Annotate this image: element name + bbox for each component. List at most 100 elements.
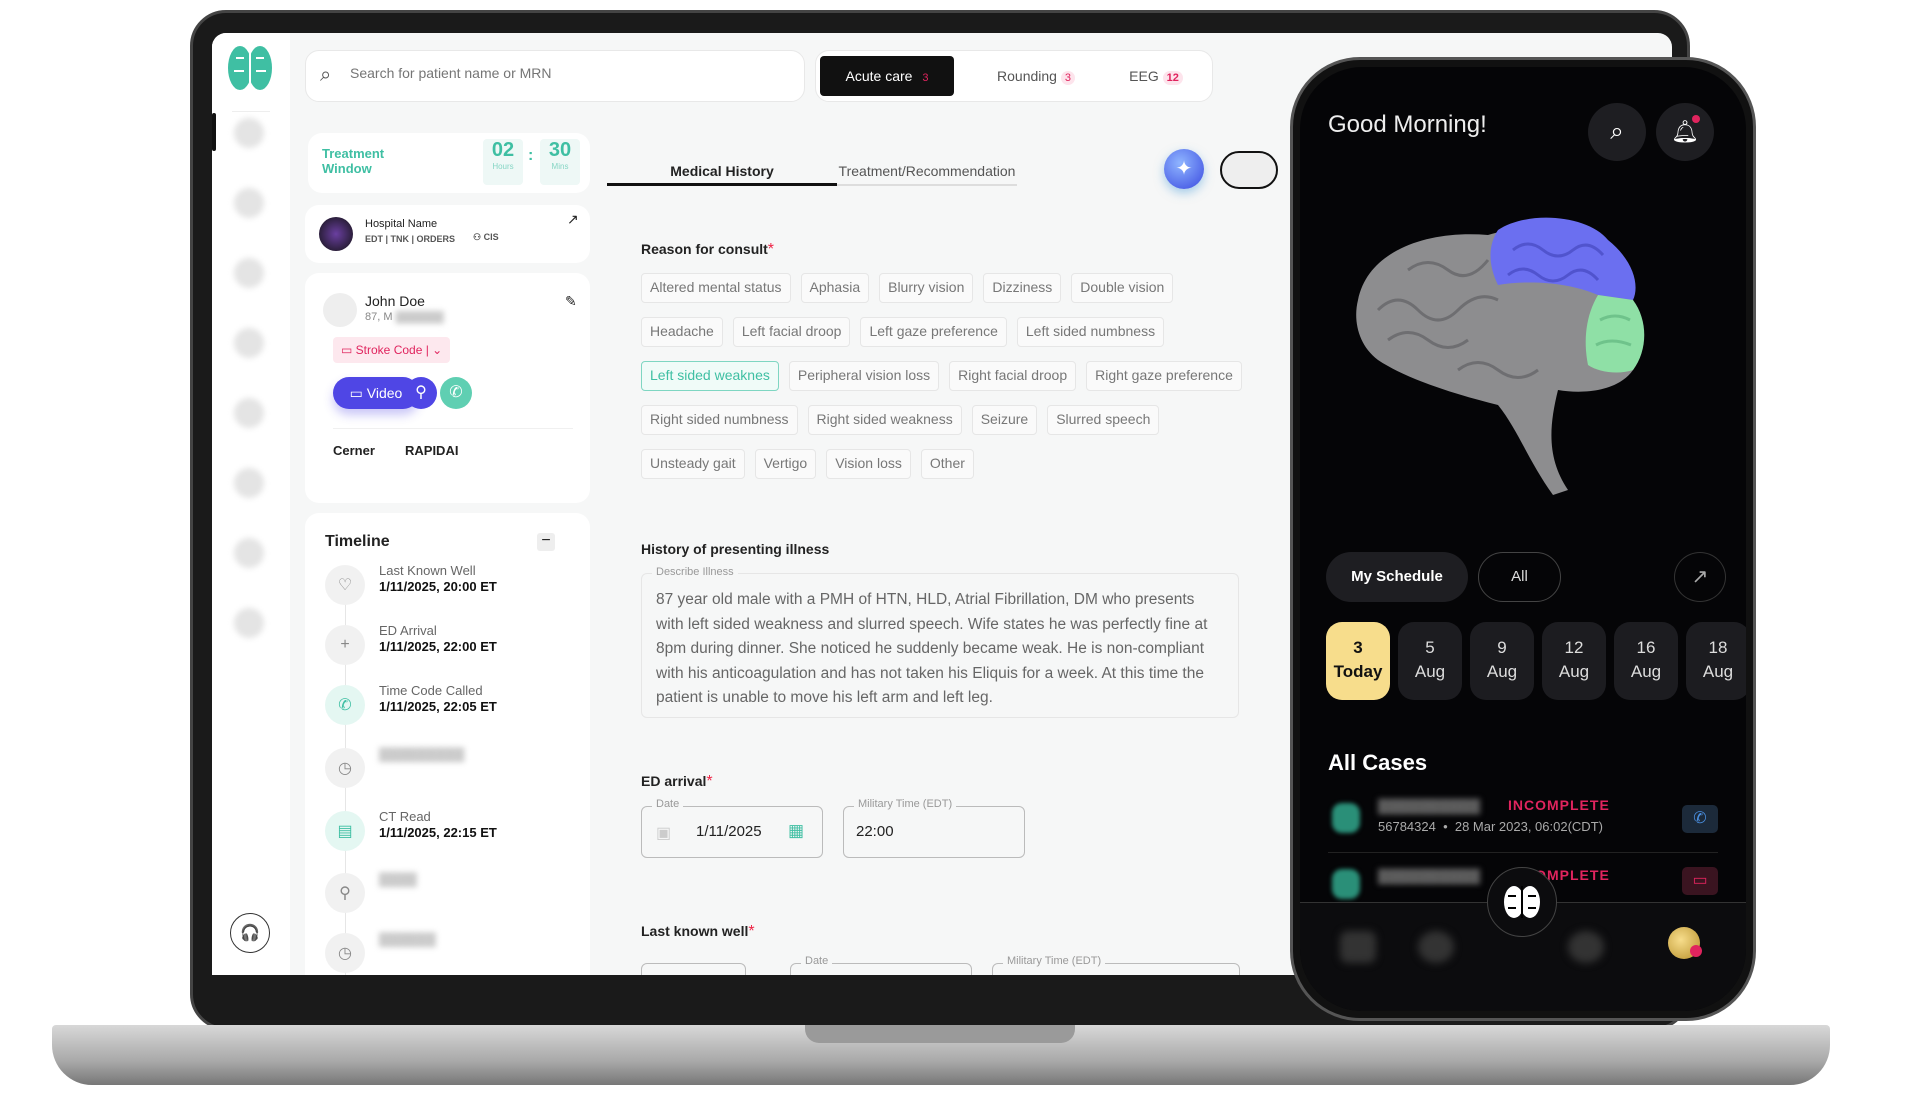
calendar-icon[interactable]: ▦ — [788, 821, 804, 841]
hours-display: 02 Hours — [483, 139, 523, 185]
nav-icon[interactable] — [234, 188, 264, 218]
rapidai-logo[interactable]: RAPIDAI — [405, 443, 458, 458]
collapse-icon[interactable]: − — [537, 533, 555, 551]
reason-chip[interactable]: Vision loss — [826, 449, 911, 479]
search-input[interactable] — [350, 65, 770, 81]
reason-chip[interactable]: Unsteady gait — [641, 449, 745, 479]
reason-chip[interactable]: Blurry vision — [879, 273, 974, 303]
hospital-links[interactable]: EDT | TNK | ORDERS — [365, 234, 455, 244]
timeline-datetime: 1/11/2025, 22:05 ET — [379, 699, 497, 714]
lkw-field[interactable] — [641, 963, 746, 975]
chip-row: Headache Left facial droop Left gaze prefe… — [641, 317, 1261, 361]
prev-date-icon[interactable]: ▣ — [656, 823, 671, 843]
describe-illness-textarea[interactable]: Describe Illness 87 year old male with a… — [641, 566, 1239, 718]
reason-chip[interactable]: Right facial droop — [949, 361, 1077, 391]
ed-arrival-date-field[interactable]: Date ▣ 1/11/2025 ▦ — [641, 798, 823, 858]
cerner-logo[interactable]: Cerner — [333, 443, 375, 458]
nav-icon[interactable] — [234, 398, 264, 428]
tab-all[interactable]: All — [1478, 552, 1561, 602]
tab-my-schedule[interactable]: My Schedule — [1326, 552, 1468, 602]
tab-label: Rounding — [997, 68, 1057, 84]
reason-chip[interactable]: Vertigo — [754, 449, 817, 479]
profile-avatar[interactable] — [1668, 927, 1702, 959]
timeline-label: Last Known Well — [379, 563, 476, 578]
reason-chip[interactable]: Slurred speech — [1047, 405, 1160, 435]
nav-icon[interactable] — [1340, 931, 1376, 963]
date-sub: Aug — [1414, 662, 1446, 681]
minutes-display: 30 Mins — [540, 139, 580, 185]
greeting: Good Morning! — [1328, 111, 1487, 138]
date-chip[interactable]: 18 Aug — [1686, 622, 1746, 700]
search-button[interactable]: ⌕ — [1588, 103, 1646, 161]
chip-row: Unsteady gait Vertigo Vision loss Other — [641, 449, 1261, 493]
lkw-date-field[interactable]: Date — [790, 955, 972, 975]
reason-chip[interactable]: Right sided weakness — [807, 405, 962, 435]
call-icon[interactable]: ✆ — [1682, 805, 1718, 833]
reason-chip[interactable]: Other — [920, 449, 974, 479]
date-sub: Aug — [1486, 662, 1518, 681]
tab-rounding[interactable]: Rounding 3 — [976, 56, 1096, 96]
action-button[interactable] — [1220, 151, 1278, 189]
date-chip[interactable]: 5 Aug — [1398, 622, 1462, 700]
stroke-code-dropdown[interactable]: ▭ Stroke Code | ⌄ — [333, 337, 451, 363]
phone-icon: ✆ — [325, 685, 365, 725]
patient-name: John Doe — [365, 293, 425, 309]
tab-treatment-recommendation[interactable]: Treatment/Recommendation — [837, 163, 1017, 179]
nav-icon[interactable] — [234, 258, 264, 288]
assign-user-button[interactable]: ⚲ — [405, 377, 437, 409]
brain-logo-icon[interactable] — [226, 43, 274, 93]
illness-text: 87 year old male with a PMH of HTN, HLD,… — [656, 591, 1208, 706]
ed-arrival-time-field[interactable]: Military Time (EDT) 22:00 — [843, 798, 1025, 858]
reason-chip[interactable]: Peripheral vision loss — [788, 361, 940, 391]
date-chip[interactable]: 16 Aug — [1614, 622, 1678, 700]
reason-chip[interactable]: Double vision — [1071, 273, 1174, 303]
search-box[interactable]: ⌕ — [305, 50, 805, 102]
expand-arrow-icon[interactable]: ↗ — [1674, 552, 1726, 602]
brain-home-button[interactable] — [1487, 867, 1557, 937]
nav-icon[interactable] — [234, 118, 264, 148]
cis-link[interactable]: ⚇ CIS — [473, 232, 499, 243]
reason-chip[interactable]: Left sided weaknes — [641, 361, 779, 391]
ai-sparkle-button[interactable]: ✦ — [1164, 149, 1204, 189]
case-row[interactable]: ▓▓▓▓▓▓▓▓▓▓ INCOMPLETE 56784324 • 28 Mar … — [1328, 797, 1718, 853]
ed-arrival-label: ED arrival* — [641, 773, 713, 790]
open-external-icon[interactable]: ↗ — [567, 211, 579, 228]
date-chip[interactable]: 3 Today — [1326, 622, 1390, 700]
hours-value: 02 — [491, 139, 515, 161]
reason-chip[interactable]: Headache — [641, 317, 723, 347]
nav-icon[interactable] — [234, 468, 264, 498]
laptop-notch — [805, 1025, 1075, 1043]
phone-call-button[interactable]: ✆ — [440, 377, 472, 409]
reason-chip[interactable]: Seizure — [971, 405, 1038, 435]
reason-chip[interactable]: Right gaze preference — [1086, 361, 1242, 391]
reason-chip[interactable]: Left sided numbness — [1016, 317, 1165, 347]
tab-acute-care[interactable]: Acute care 3 — [820, 56, 954, 96]
edit-pencil-icon[interactable]: ✎ — [565, 293, 577, 310]
reason-chip[interactable]: Altered mental status — [641, 273, 791, 303]
date-chip[interactable]: 12 Aug — [1542, 622, 1606, 700]
nav-icon[interactable] — [1418, 931, 1454, 963]
date-chip[interactable]: 9 Aug — [1470, 622, 1534, 700]
tab-eeg[interactable]: EEG 12 — [1116, 56, 1196, 96]
heart-icon: ♡ — [325, 565, 365, 605]
reason-chip[interactable]: Left gaze preference — [860, 317, 1007, 347]
hospital-card: Hospital Name EDT | TNK | ORDERS ⚇ CIS ↗ — [305, 205, 590, 263]
reason-chip[interactable]: Aphasia — [800, 273, 870, 303]
nav-icon[interactable] — [1568, 931, 1604, 963]
video-icon[interactable]: ▭ — [1682, 867, 1718, 895]
nav-icon[interactable] — [234, 608, 264, 638]
reason-chip[interactable]: Right sided numbness — [641, 405, 798, 435]
queue-tabs: Acute care 3 Rounding 3 EEG 12 — [815, 50, 1213, 102]
reason-chip[interactable]: Dizziness — [983, 273, 1062, 303]
notification-bell-icon[interactable]: 🔔︎ — [1656, 103, 1714, 161]
count-badge: 3 — [922, 72, 929, 84]
reason-chip[interactable]: Left facial droop — [732, 317, 851, 347]
hospital-avatar — [319, 217, 353, 251]
timeline-datetime: 1/11/2025, 22:00 ET — [379, 639, 497, 654]
headset-support-icon[interactable]: 🎧 — [230, 913, 270, 953]
tab-medical-history[interactable]: Medical History — [607, 163, 837, 179]
nav-icon[interactable] — [234, 538, 264, 568]
lkw-time-field[interactable]: Military Time (EDT) — [992, 955, 1240, 975]
brain-icon — [1504, 886, 1540, 918]
nav-icon[interactable] — [234, 328, 264, 358]
